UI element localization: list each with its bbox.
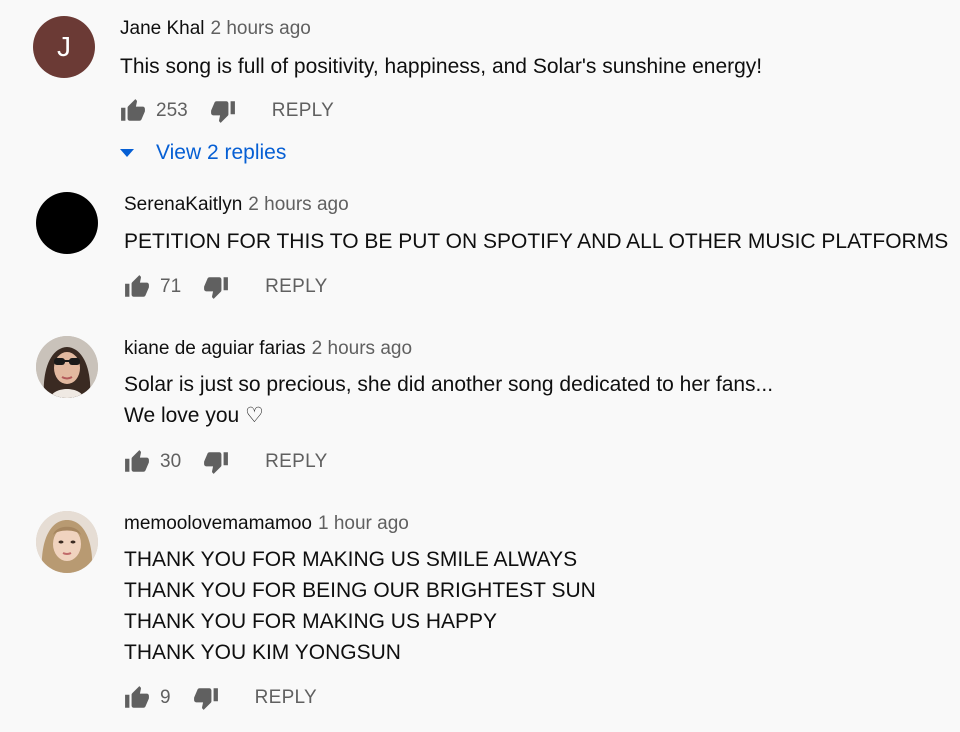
comment-author[interactable]: memoolovemamamoo [124, 513, 312, 534]
comment-actions: 71 REPLY [124, 272, 328, 302]
user-photo-icon [36, 511, 98, 573]
thumbs-down-icon[interactable] [203, 449, 229, 475]
user-photo-icon [36, 336, 98, 398]
thumbs-up-icon[interactable] [124, 449, 150, 475]
avatar[interactable] [36, 336, 98, 398]
reply-button[interactable]: REPLY [265, 451, 327, 473]
thumbs-up-icon[interactable] [124, 274, 150, 300]
like-count: 253 [156, 100, 188, 121]
reply-button[interactable]: REPLY [272, 100, 334, 122]
comment-line: This song is full of positivity, happine… [120, 55, 763, 78]
comment-line: THANK YOU FOR BEING OUR BRIGHTEST SUN [124, 579, 596, 602]
comment-line: Solar is just so precious, she did anoth… [124, 373, 774, 396]
comment-time[interactable]: 2 hours ago [248, 194, 348, 215]
comment-line: THANK YOU FOR MAKING US SMILE ALWAYS [124, 548, 578, 571]
comment-author[interactable]: Jane Khal [120, 18, 205, 39]
thumbs-down-icon[interactable] [193, 685, 219, 711]
avatar-letter: J [57, 31, 71, 62]
comment-text: THANK YOU FOR MAKING US SMILE ALWAYS THA… [124, 544, 596, 668]
view-replies-label: View 2 replies [156, 141, 287, 164]
avatar[interactable] [36, 192, 98, 254]
thumbs-down-icon[interactable] [203, 274, 229, 300]
comment-text: PETITION FOR THIS TO BE PUT ON SPOTIFY A… [124, 226, 948, 257]
reply-button[interactable]: REPLY [255, 687, 317, 709]
comment-line: THANK YOU KIM YONGSUN [124, 641, 401, 664]
like-count: 30 [160, 451, 182, 472]
comment-author[interactable]: SerenaKaitlyn [124, 194, 242, 215]
comment-actions: 30 REPLY [124, 447, 328, 477]
comment-time[interactable]: 2 hours ago [312, 338, 412, 359]
comment-actions: 9 REPLY [124, 683, 317, 713]
avatar[interactable]: J [33, 16, 95, 78]
comment-actions: 253 REPLY [120, 96, 334, 126]
caret-down-icon [120, 149, 134, 157]
like-count: 71 [160, 276, 182, 297]
thumbs-up-icon[interactable] [124, 685, 150, 711]
comment-time[interactable]: 1 hour ago [318, 513, 409, 534]
thumbs-down-icon[interactable] [210, 98, 236, 124]
comment-line: We love you ♡ [124, 404, 264, 427]
comment-author[interactable]: kiane de aguiar farias [124, 338, 306, 359]
thumbs-up-icon[interactable] [120, 98, 146, 124]
comment-line: PETITION FOR THIS TO BE PUT ON SPOTIFY A… [124, 230, 949, 253]
comment-text: This song is full of positivity, happine… [120, 51, 762, 82]
like-count: 9 [160, 687, 171, 708]
comment-time[interactable]: 2 hours ago [211, 18, 311, 39]
comment-text: Solar is just so precious, she did anoth… [124, 369, 773, 431]
view-replies-button[interactable]: View 2 replies [120, 141, 286, 165]
avatar[interactable] [36, 511, 98, 573]
comment-line: THANK YOU FOR MAKING US HAPPY [124, 610, 498, 633]
reply-button[interactable]: REPLY [265, 276, 327, 298]
